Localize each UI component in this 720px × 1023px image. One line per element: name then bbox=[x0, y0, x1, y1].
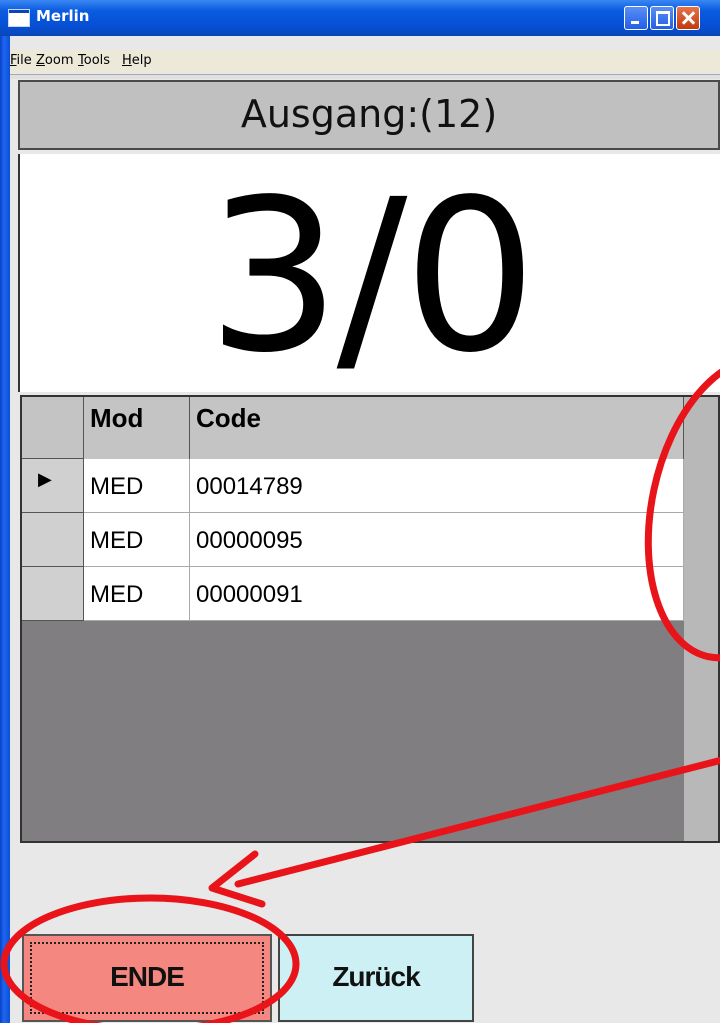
cell-code[interactable]: 00000095 bbox=[190, 513, 684, 567]
menu-help[interactable]: Help bbox=[122, 53, 152, 68]
back-button[interactable]: Zurück bbox=[278, 934, 474, 1022]
cell-code[interactable]: 00000091 bbox=[190, 567, 684, 621]
window-icon bbox=[8, 9, 30, 27]
cell-code[interactable]: 00014789 bbox=[190, 459, 684, 513]
end-button[interactable]: ENDE bbox=[22, 934, 272, 1022]
menu-divider bbox=[10, 74, 720, 79]
cell-mod[interactable]: MED bbox=[84, 513, 190, 567]
column-header-mod[interactable]: Mod bbox=[84, 397, 190, 459]
cell-mod[interactable]: MED bbox=[84, 567, 190, 621]
row-header[interactable] bbox=[22, 567, 84, 621]
menu-zoom[interactable]: Zoom bbox=[36, 53, 73, 68]
close-button[interactable] bbox=[676, 6, 700, 30]
grid-right-strip bbox=[684, 397, 718, 841]
window-title: Merlin bbox=[36, 7, 90, 25]
data-grid[interactable]: Mod Code ▶ MED 00014789 MED 00000095 MED… bbox=[20, 395, 720, 843]
row-header[interactable]: ▶ bbox=[22, 459, 84, 513]
counter-value: 3/0 bbox=[207, 154, 537, 392]
menu-file[interactable]: File bbox=[10, 53, 32, 68]
grid-corner-header bbox=[22, 397, 84, 459]
app-window: Merlin File Zoom Tools Help Ausgang:(12)… bbox=[0, 0, 720, 1023]
cell-mod[interactable]: MED bbox=[84, 459, 190, 513]
header-panel: Ausgang:(12) bbox=[18, 80, 720, 150]
column-header-code[interactable]: Code bbox=[190, 397, 684, 459]
annotation-arrowhead-icon bbox=[208, 850, 266, 908]
window-border bbox=[0, 36, 10, 1023]
title-bar[interactable]: Merlin bbox=[0, 0, 720, 36]
menu-tools[interactable]: Tools bbox=[78, 53, 110, 68]
menu-bar: File Zoom Tools Help bbox=[10, 50, 720, 72]
counter-panel: 3/0 bbox=[18, 154, 720, 392]
row-header[interactable] bbox=[22, 513, 84, 567]
page-title: Ausgang:(12) bbox=[240, 92, 498, 136]
maximize-button[interactable] bbox=[650, 6, 674, 30]
minimize-button[interactable] bbox=[624, 6, 648, 30]
selected-row-arrow-icon: ▶ bbox=[38, 469, 52, 490]
